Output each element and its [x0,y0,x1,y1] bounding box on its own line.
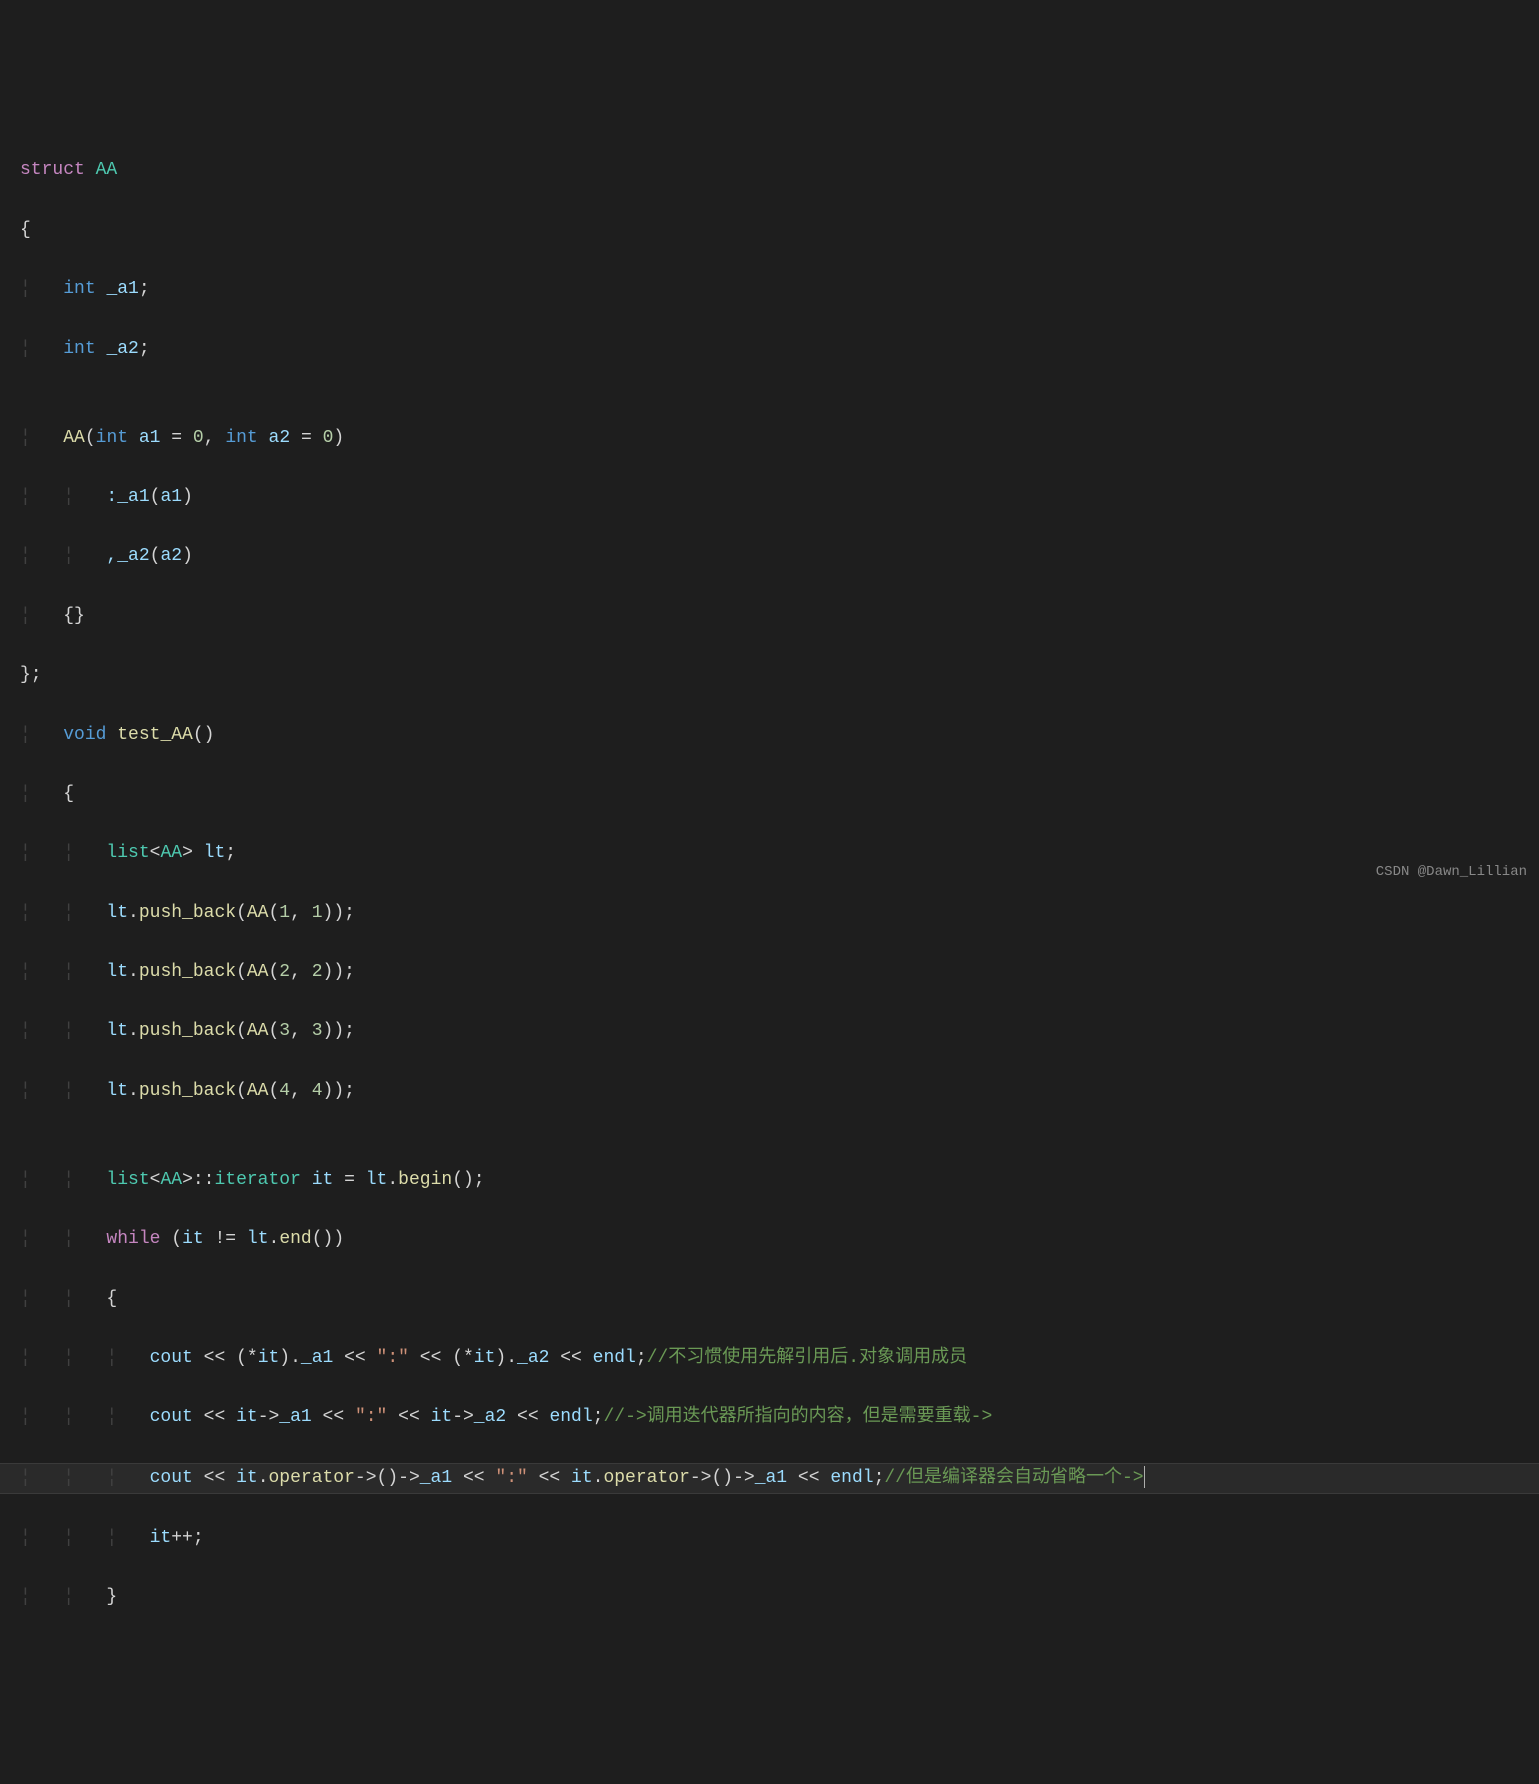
code-line: ¦ ¦ list<AA> lt; [0,839,1539,869]
code-line: ¦ ¦ while (it != lt.end()) [0,1225,1539,1255]
code-line: ¦ AA(int a1 = 0, int a2 = 0) [0,424,1539,454]
code-line: ¦ int _a1; [0,275,1539,305]
code-line: struct AA [0,156,1539,186]
keyword: struct [20,160,85,180]
cursor [1144,1466,1145,1488]
code-line: ¦ {} [0,602,1539,632]
code-line: ¦ ¦ } [0,1583,1539,1613]
code-line: ¦ { [0,780,1539,810]
code-line: { [0,216,1539,246]
classname: AA [96,160,118,180]
code-line: ¦ ¦ ¦ it++; [0,1524,1539,1554]
code-line: ¦ ¦ lt.push_back(AA(2, 2)); [0,958,1539,988]
code-editor[interactable]: struct AA { ¦ int _a1; ¦ int _a2; ¦ AA(i… [0,127,1539,1643]
code-line: }; [0,661,1539,691]
code-line: ¦ ¦ list<AA>::iterator it = lt.begin(); [0,1166,1539,1196]
code-line: ¦ int _a2; [0,335,1539,365]
code-line: ¦ ¦ { [0,1285,1539,1315]
code-line: ¦ ¦ ¦ cout << (*it)._a1 << ":" << (*it).… [0,1344,1539,1374]
code-line: ¦ ¦ :_a1(a1) [0,483,1539,513]
code-line: ¦ void test_AA() [0,721,1539,751]
code-line: ¦ ¦ lt.push_back(AA(1, 1)); [0,899,1539,929]
code-line: ¦ ¦ lt.push_back(AA(3, 3)); [0,1017,1539,1047]
watermark: CSDN @Dawn_Lillian [1376,861,1527,884]
code-line: ¦ ¦ ¦ cout << it->_a1 << ":" << it->_a2 … [0,1403,1539,1433]
code-line-active: ¦ ¦ ¦ cout << it.operator->()->_a1 << ":… [0,1463,1539,1495]
code-line: ¦ ¦ lt.push_back(AA(4, 4)); [0,1077,1539,1107]
code-line: ¦ ¦ ,_a2(a2) [0,542,1539,572]
